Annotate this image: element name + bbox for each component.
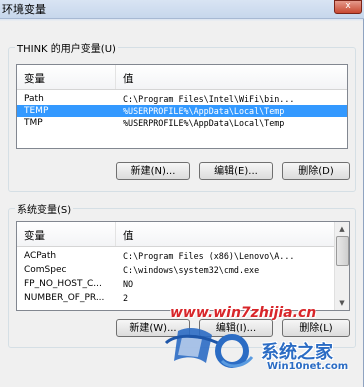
list-row-tmp[interactable]: TMP %USERPROFILE%\AppData\Local\Temp xyxy=(17,117,347,129)
row-value: C:\Program Files (x86)\Lenovo\A... xyxy=(123,251,295,261)
title-bar: 环境变量 x xyxy=(0,0,364,19)
scroll-down-arrow-icon[interactable]: ▼ xyxy=(336,297,348,309)
system-variables-list[interactable]: 变量 值 ACPath C:\Program Files (x86)\Lenov… xyxy=(16,221,350,311)
list-header: 变量 值 xyxy=(17,65,347,90)
row-name: ACPath xyxy=(24,251,57,261)
window-title: 环境变量 xyxy=(2,3,46,16)
list-row-fp-no-host[interactable]: FP_NO_HOST_C... NO xyxy=(17,278,334,290)
list-row-comspec[interactable]: ComSpec C:\windows\system32\cmd.exe xyxy=(17,264,334,276)
list-row-number-of-pr[interactable]: NUMBER_OF_PR... 2 xyxy=(17,292,334,304)
environment-variables-dialog: 环境变量 x THINK 的用户变量(U) 变量 值 Path C:\Progr… xyxy=(0,0,364,387)
vertical-scrollbar[interactable]: ▲ ▼ xyxy=(334,222,349,310)
system-delete-button[interactable]: 删除(L) xyxy=(282,319,350,337)
scroll-thumb[interactable] xyxy=(336,236,349,266)
user-delete-button[interactable]: 删除(D) xyxy=(282,162,350,180)
column-divider[interactable] xyxy=(115,65,116,89)
user-edit-button[interactable]: 编辑(E)... xyxy=(199,162,273,180)
system-edit-button[interactable]: 编辑(I)... xyxy=(199,319,273,337)
row-value: %USERPROFILE%\AppData\Local\Temp xyxy=(123,118,285,128)
user-variables-list[interactable]: 变量 值 Path C:\Program Files\Intel\WiFi\bi… xyxy=(16,64,348,149)
row-value: %USERPROFILE%\AppData\Local\Temp xyxy=(123,106,285,116)
row-value: C:\windows\system32\cmd.exe xyxy=(123,265,260,275)
close-button[interactable]: x xyxy=(334,0,362,14)
list-row-temp[interactable]: TEMP %USERPROFILE%\AppData\Local\Temp xyxy=(17,105,347,117)
row-value: C:\Program Files\Intel\WiFi\bin... xyxy=(123,94,295,104)
row-name: ComSpec xyxy=(24,265,67,275)
scroll-up-arrow-icon[interactable]: ▲ xyxy=(336,223,348,235)
column-divider[interactable] xyxy=(115,222,116,246)
user-new-button[interactable]: 新建(N)... xyxy=(116,162,190,180)
system-variables-label: 系统变量(S) xyxy=(17,205,72,216)
list-row-acpath[interactable]: ACPath C:\Program Files (x86)\Lenovo\A..… xyxy=(17,250,334,262)
row-value: NO xyxy=(123,279,134,289)
column-header-variable[interactable]: 变量 xyxy=(24,228,45,243)
row-name: NUMBER_OF_PR... xyxy=(24,293,105,303)
row-value: 2 xyxy=(123,293,129,303)
column-header-value[interactable]: 值 xyxy=(123,228,134,243)
column-header-value[interactable]: 值 xyxy=(123,71,134,86)
row-name: TMP xyxy=(24,118,43,128)
list-header: 变量 值 xyxy=(17,222,349,247)
row-name: Path xyxy=(24,94,44,104)
row-name: FP_NO_HOST_C... xyxy=(24,279,102,289)
row-name: TEMP xyxy=(24,106,49,116)
system-new-button[interactable]: 新建(W)... xyxy=(116,319,190,337)
user-variables-label: THINK 的用户变量(U) xyxy=(17,44,116,55)
column-header-variable[interactable]: 变量 xyxy=(24,71,45,86)
list-row-path[interactable]: Path C:\Program Files\Intel\WiFi\bin... xyxy=(17,93,347,105)
